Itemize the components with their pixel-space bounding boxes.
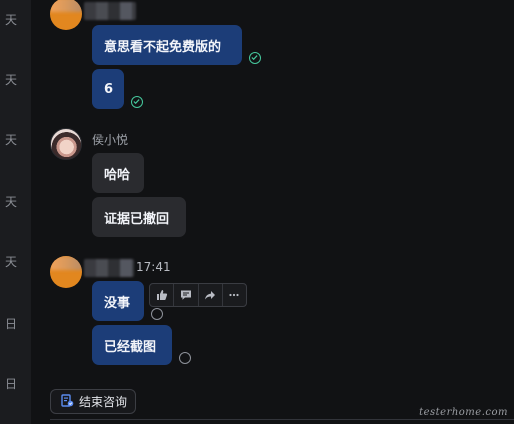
sender-name-blurred xyxy=(84,259,134,277)
more-icon[interactable] xyxy=(223,284,246,306)
read-check-icon xyxy=(249,52,261,64)
conversation-date-label: 天 xyxy=(4,133,17,147)
thumbs-up-icon[interactable] xyxy=(150,284,175,306)
message-action-toolbar xyxy=(149,283,247,307)
conversation-date-label: 日 xyxy=(4,317,17,331)
message-text: 没事 xyxy=(104,295,131,311)
end-consultation-label: 结束咨询 xyxy=(79,395,128,409)
message-bubble[interactable]: 证据已撤回 xyxy=(92,197,186,237)
avatar[interactable] xyxy=(50,256,82,288)
message-text: 哈哈 xyxy=(104,167,131,183)
message-bubble[interactable]: 已经截图 xyxy=(92,325,172,365)
unread-status-icon xyxy=(151,308,163,320)
message-time: 17:41 xyxy=(136,260,171,274)
message-text: 已经截图 xyxy=(104,339,157,355)
message-text: 意思看不起免费版的 xyxy=(104,39,222,55)
conversation-date-label: 天 xyxy=(4,255,17,269)
watermark: testerhome.com xyxy=(419,407,508,418)
conversation-date-label: 天 xyxy=(4,195,17,209)
conversation-date-label: 天 xyxy=(4,73,17,87)
sender-name: 侯小悦 xyxy=(92,133,129,147)
end-consult-icon xyxy=(61,393,74,410)
message-bubble[interactable]: 6 xyxy=(92,69,124,109)
conversation-list-rail: 天 天 天 天 天 日 日 xyxy=(0,0,32,424)
message-text: 6 xyxy=(104,81,114,97)
comment-icon[interactable] xyxy=(174,284,199,306)
composer-divider xyxy=(50,419,514,420)
avatar[interactable] xyxy=(50,128,82,160)
message-bubble[interactable]: 没事 xyxy=(92,281,144,321)
avatar-blur xyxy=(50,0,82,12)
sender-name-blurred xyxy=(84,2,136,20)
unread-status-icon xyxy=(179,352,191,364)
conversation-date-label: 日 xyxy=(4,377,17,391)
forward-icon[interactable] xyxy=(199,284,223,306)
avatar-blur xyxy=(50,256,82,270)
conversation-date-label: 天 xyxy=(4,13,17,27)
message-bubble[interactable]: 意思看不起免费版的 xyxy=(92,25,242,65)
message-text: 证据已撤回 xyxy=(104,211,170,227)
message-bubble[interactable]: 哈哈 xyxy=(92,153,144,193)
read-check-icon xyxy=(131,96,143,108)
end-consultation-button[interactable]: 结束咨询 xyxy=(50,389,136,414)
